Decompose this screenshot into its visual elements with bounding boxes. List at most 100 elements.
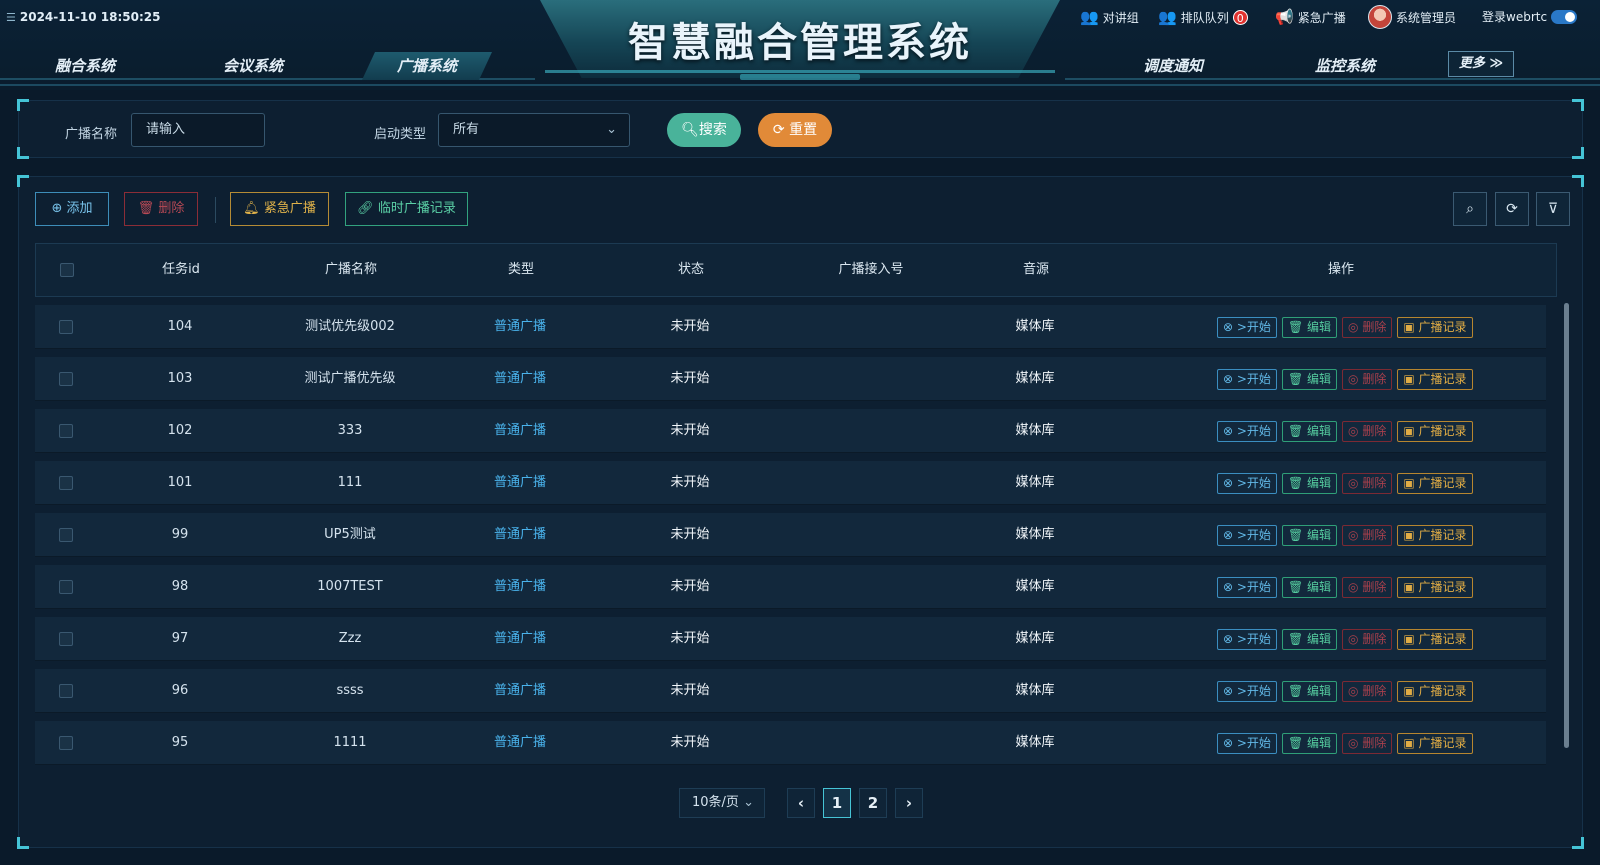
broadcast-record-button[interactable]: ▣ 广播记录	[1397, 317, 1473, 338]
search-icon: ⌕	[1466, 201, 1474, 217]
start-button[interactable]: ⊗ >开始	[1217, 577, 1277, 598]
cell-type[interactable]: 普通广播	[465, 409, 575, 453]
col-actions: 操作	[1327, 262, 1354, 277]
table-refresh-button[interactable]: ⟳	[1495, 192, 1529, 226]
row-checkbox[interactable]	[59, 580, 73, 594]
cell-type[interactable]: 普通广播	[465, 513, 575, 557]
select-all-checkbox[interactable]	[60, 263, 74, 277]
row-delete-button[interactable]: ◎ 删除	[1342, 577, 1393, 598]
emergency-broadcast-button[interactable]: 🔔︎ 紧急广播	[230, 192, 329, 226]
row-checkbox[interactable]	[59, 424, 73, 438]
intercom-group-button[interactable]: 👥 对讲组	[1080, 8, 1139, 26]
row-delete-button-label: 删除	[1362, 528, 1387, 542]
queue-button[interactable]: 👥 排队队列 0	[1158, 8, 1248, 26]
broadcast-record-button-label: 广播记录	[1418, 580, 1467, 594]
start-button[interactable]: ⊗ >开始	[1217, 681, 1277, 702]
toggle-switch[interactable]	[1551, 9, 1578, 24]
cell-status: 未开始	[670, 527, 710, 542]
edit-button[interactable]: 🗑︎ 编辑	[1281, 317, 1338, 338]
cell-type[interactable]: 普通广播	[465, 305, 575, 349]
table-filter-button[interactable]: ⊽	[1536, 192, 1570, 226]
cell-type[interactable]: 普通广播	[465, 721, 575, 765]
start-button[interactable]: ⊗ >开始	[1217, 369, 1277, 390]
row-checkbox[interactable]	[59, 320, 73, 334]
edit-button[interactable]: 🗑︎ 编辑	[1281, 577, 1338, 598]
row-checkbox[interactable]	[59, 372, 73, 386]
edit-button[interactable]: 🗑︎ 编辑	[1281, 369, 1338, 390]
more-button[interactable]: 更多 ≫	[1448, 51, 1514, 77]
edit-button[interactable]: 🗑︎ 编辑	[1281, 629, 1338, 650]
row-delete-button[interactable]: ◎ 删除	[1342, 369, 1393, 390]
start-button[interactable]: ⊗ >开始	[1217, 421, 1277, 442]
edit-button[interactable]: 🗑︎ 编辑	[1281, 473, 1338, 494]
user-menu[interactable]: 系统管理员	[1368, 5, 1456, 29]
scrollbar-thumb[interactable]	[1564, 303, 1569, 748]
row-delete-button[interactable]: ◎ 删除	[1342, 525, 1393, 546]
row-delete-button[interactable]: ◎ 删除	[1342, 473, 1393, 494]
start-button[interactable]: ⊗ >开始	[1217, 733, 1277, 754]
broadcast-name-input[interactable]: 请输入	[131, 113, 265, 147]
nav-dispatch-notice[interactable]: 调度通知	[1108, 52, 1238, 80]
edit-button-label: 编辑	[1307, 320, 1332, 334]
table-search-button[interactable]: ⌕	[1453, 192, 1487, 226]
emergency-broadcast-header-button[interactable]: 📢 紧急广播	[1275, 8, 1346, 26]
page-button-1[interactable]: 1	[823, 788, 851, 818]
broadcast-record-button[interactable]: ▣ 广播记录	[1397, 369, 1473, 390]
broadcast-record-button[interactable]: ▣ 广播记录	[1397, 525, 1473, 546]
menu-icon[interactable]: ☰	[6, 11, 16, 24]
page-button-2[interactable]: 2	[859, 788, 887, 818]
broadcast-record-button[interactable]: ▣ 广播记录	[1397, 577, 1473, 598]
trash-icon: 🗑︎	[1287, 580, 1307, 594]
search-button[interactable]: 🔍︎搜索	[667, 113, 741, 147]
start-button[interactable]: ⊗ >开始	[1217, 473, 1277, 494]
broadcast-record-button[interactable]: ▣ 广播记录	[1397, 421, 1473, 442]
row-checkbox[interactable]	[59, 736, 73, 750]
row-delete-button[interactable]: ◎ 删除	[1342, 733, 1393, 754]
start-button[interactable]: ⊗ >开始	[1217, 629, 1277, 650]
reset-button[interactable]: ⟳ 重置	[758, 113, 832, 147]
row-delete-button[interactable]: ◎ 删除	[1342, 421, 1393, 442]
edit-button[interactable]: 🗑︎ 编辑	[1281, 733, 1338, 754]
row-checkbox[interactable]	[59, 684, 73, 698]
row-checkbox[interactable]	[59, 528, 73, 542]
next-page-button[interactable]: ›	[895, 788, 923, 818]
cell-type[interactable]: 普通广播	[465, 357, 575, 401]
cell-access-number	[795, 409, 945, 453]
edit-button[interactable]: 🗑︎ 编辑	[1281, 525, 1338, 546]
edit-button[interactable]: 🗑︎ 编辑	[1281, 421, 1338, 442]
temp-broadcast-record-button[interactable]: 🔗︎ 临时广播记录	[345, 192, 468, 226]
edit-button[interactable]: 🗑︎ 编辑	[1281, 681, 1338, 702]
nav-fusion-system[interactable]: 融合系统	[20, 52, 150, 80]
broadcast-record-button[interactable]: ▣ 广播记录	[1397, 733, 1473, 754]
page-size-select[interactable]: 10条/页 ⌄	[679, 788, 765, 818]
cell-type[interactable]: 普通广播	[465, 669, 575, 713]
login-webrtc-toggle[interactable]: 登录webrtc	[1482, 8, 1578, 25]
cell-access-number	[795, 669, 945, 713]
row-checkbox[interactable]	[59, 476, 73, 490]
broadcast-record-button[interactable]: ▣ 广播记录	[1397, 473, 1473, 494]
cell-audio-source: 媒体库	[1015, 631, 1055, 646]
row-delete-button[interactable]: ◎ 删除	[1342, 317, 1393, 338]
row-checkbox[interactable]	[59, 632, 73, 646]
cell-type[interactable]: 普通广播	[465, 461, 575, 505]
cell-task-id: 98	[171, 579, 189, 594]
cell-type[interactable]: 普通广播	[465, 617, 575, 661]
row-delete-button[interactable]: ◎ 删除	[1342, 681, 1393, 702]
start-button[interactable]: ⊗ >开始	[1217, 317, 1277, 338]
cell-type[interactable]: 普通广播	[465, 565, 575, 609]
more-label: 更多	[1458, 56, 1485, 71]
add-button[interactable]: ⊕ 添加	[35, 192, 109, 226]
eye-icon: ◎	[1348, 372, 1363, 386]
prev-page-button[interactable]: ‹	[787, 788, 815, 818]
start-type-select[interactable]: 所有 ⌄	[438, 113, 630, 147]
delete-button[interactable]: 🗑︎ 删除	[124, 192, 198, 226]
nav-meeting-system[interactable]: 会议系统	[188, 52, 318, 80]
nav-monitor-system[interactable]: 监控系统	[1280, 52, 1410, 80]
broadcast-record-button[interactable]: ▣ 广播记录	[1397, 629, 1473, 650]
row-delete-button[interactable]: ◎ 删除	[1342, 629, 1393, 650]
refresh-icon: ⟳	[1506, 201, 1518, 217]
start-button[interactable]: ⊗ >开始	[1217, 525, 1277, 546]
nav-broadcast-system[interactable]: 广播系统	[362, 52, 492, 80]
cell-access-number	[795, 565, 945, 609]
broadcast-record-button[interactable]: ▣ 广播记录	[1397, 681, 1473, 702]
